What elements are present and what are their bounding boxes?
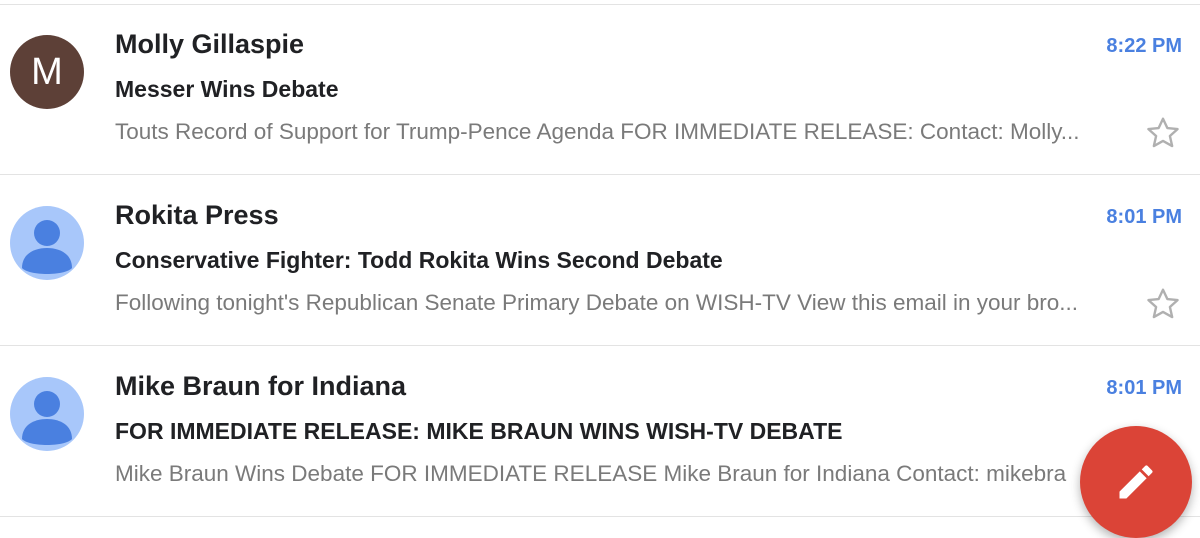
avatar[interactable]: [10, 206, 84, 280]
email-snippet: Touts Record of Support for Trump-Pence …: [115, 119, 1080, 144]
email-subject: Conservative Fighter: Todd Rokita Wins S…: [115, 247, 723, 273]
email-time: 8:01 PM: [1106, 377, 1182, 399]
avatar[interactable]: [10, 377, 84, 451]
pencil-icon: [1119, 465, 1153, 499]
star-icon[interactable]: [1145, 115, 1181, 151]
email-time: 8:22 PM: [1106, 35, 1182, 57]
email-time: 8:01 PM: [1106, 206, 1182, 228]
person-icon: [22, 391, 72, 445]
email-snippet: Mike Braun Wins Debate FOR IMMEDIATE REL…: [115, 461, 1067, 486]
avatar[interactable]: M: [10, 35, 84, 109]
email-subject: FOR IMMEDIATE RELEASE: MIKE BRAUN WINS W…: [115, 418, 843, 444]
sender-name: Mike Braun for Indiana: [115, 371, 407, 401]
email-subject: Messer Wins Debate: [115, 76, 339, 102]
divider: [0, 345, 1200, 346]
sender-name: Rokita Press: [115, 200, 279, 230]
email-row[interactable]: Rokita Press 8:01 PM Conservative Fighte…: [0, 176, 1200, 346]
email-row[interactable]: M Molly Gillaspie 8:22 PM Messer Wins De…: [0, 5, 1200, 175]
email-snippet: Following tonight's Republican Senate Pr…: [115, 290, 1079, 315]
star-icon[interactable]: [1145, 286, 1181, 322]
avatar-letter: M: [31, 50, 63, 93]
divider: [0, 174, 1200, 175]
email-list: M Molly Gillaspie 8:22 PM Messer Wins De…: [0, 0, 1200, 524]
compose-button[interactable]: [1080, 426, 1192, 538]
divider: [0, 516, 1200, 517]
email-row[interactable]: Mike Braun for Indiana 8:01 PM FOR IMMED…: [0, 347, 1200, 517]
person-icon: [22, 220, 72, 274]
sender-name: Molly Gillaspie: [115, 29, 305, 59]
